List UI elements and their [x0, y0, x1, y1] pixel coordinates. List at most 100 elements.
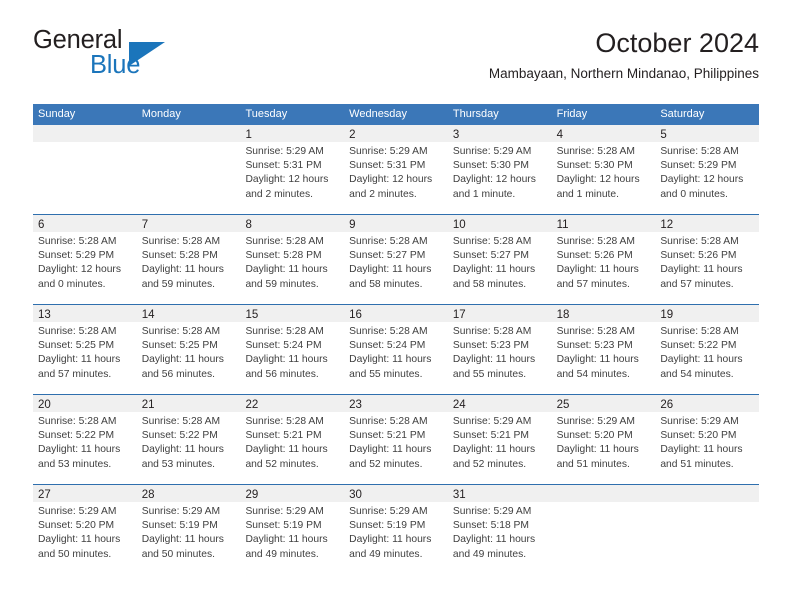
daylight-text-line1: Daylight: 11 hours: [452, 354, 536, 366]
day-number-band: 22: [240, 395, 345, 412]
calendar-day-cell[interactable]: 1 Sunrise: 5:29 AM Sunset: 5:31 PM Daylight…: [240, 125, 345, 214]
calendar-day-cell[interactable]: 30 Sunrise: 5:29 AM Sunset: 5:19 PM Dayligh…: [344, 485, 448, 575]
calendar-day-cell[interactable]: 9 Sunrise: 5:28 AM Sunset: 5:27 PM Daylight…: [344, 215, 448, 304]
daylight-text-line2: and 57 minutes.: [660, 278, 734, 290]
day-number: 18: [556, 309, 570, 321]
day-number: 13: [38, 309, 51, 321]
daylight-text-line1: Daylight: 11 hours: [556, 354, 639, 366]
calendar-day-cell[interactable]: 12 Sunrise: 5:28 AM Sunset: 5:26 PM Dayligh…: [655, 215, 760, 304]
day-number-band: 8: [240, 215, 345, 232]
day-number-band: 19: [655, 305, 760, 322]
day-detail-block: Sunrise: 5:29 AM Sunset: 5:21 PM Daylight:…: [448, 412, 552, 472]
weekday-header-friday: Friday: [556, 108, 588, 120]
day-detail-block: Sunrise: 5:28 AM Sunset: 5:25 PM Daylight:…: [33, 322, 137, 382]
sunset-text: Sunset: 5:23 PM: [452, 340, 530, 352]
day-number-band: 29: [240, 485, 345, 502]
sunset-text: Sunset: 5:18 PM: [452, 520, 530, 532]
calendar-day-cell[interactable]: 6 Sunrise: 5:28 AM Sunset: 5:29 PM Daylight…: [33, 215, 137, 304]
day-number: 28: [141, 489, 155, 501]
sunrise-text: Sunrise: 5:29 AM: [452, 506, 532, 517]
daylight-text-line1: Daylight: 11 hours: [349, 264, 432, 276]
day-detail-block: Sunrise: 5:29 AM Sunset: 5:19 PM Daylight:…: [344, 502, 448, 562]
day-number: 1: [245, 129, 252, 141]
calendar-day-cell[interactable]: 3 Sunrise: 5:29 AM Sunset: 5:30 PM Daylight…: [447, 125, 552, 214]
day-number-band: 7: [136, 215, 241, 232]
daylight-text-line2: and 49 minutes.: [245, 548, 319, 560]
day-number-band: 12: [655, 215, 760, 232]
calendar-day-cell[interactable]: 23 Sunrise: 5:28 AM Sunset: 5:21 PM Dayligh…: [344, 395, 448, 484]
daylight-text-line1: Daylight: 12 hours: [660, 174, 744, 186]
sunset-text: Sunset: 5:20 PM: [556, 430, 633, 442]
day-number: 2: [349, 129, 356, 141]
sunrise-text: Sunrise: 5:28 AM: [141, 416, 221, 427]
calendar-day-cell[interactable]: 14 Sunrise: 5:28 AM Sunset: 5:25 PM Dayligh…: [136, 305, 241, 394]
calendar-day-cell[interactable]: 26 Sunrise: 5:29 AM Sunset: 5:20 PM Dayligh…: [655, 395, 760, 484]
daylight-text-line1: Daylight: 12 hours: [38, 264, 121, 276]
sunset-text: Sunset: 5:27 PM: [349, 250, 426, 262]
daylight-text-line1: Daylight: 11 hours: [452, 264, 536, 276]
calendar-day-cell[interactable]: 5 Sunrise: 5:28 AM Sunset: 5:29 PM Daylight…: [655, 125, 760, 214]
calendar-day-cell[interactable]: 10 Sunrise: 5:28 AM Sunset: 5:27 PM Dayligh…: [447, 215, 552, 304]
calendar-day-cell[interactable]: 20 Sunrise: 5:28 AM Sunset: 5:22 PM Dayligh…: [33, 395, 137, 484]
day-number: 5: [660, 129, 667, 141]
calendar-day-cell[interactable]: 28 Sunrise: 5:29 AM Sunset: 5:19 PM Dayligh…: [136, 485, 241, 575]
day-detail-block: Sunrise: 5:29 AM Sunset: 5:20 PM Daylight:…: [552, 412, 656, 472]
sunrise-text: Sunrise: 5:28 AM: [38, 326, 117, 337]
calendar-day-cell[interactable]: 11 Sunrise: 5:28 AM Sunset: 5:26 PM Dayligh…: [551, 215, 656, 304]
daylight-text-line2: and 50 minutes.: [141, 548, 215, 560]
calendar-day-cell[interactable]: 31 Sunrise: 5:29 AM Sunset: 5:18 PM Dayligh…: [447, 485, 552, 575]
calendar-day-cell[interactable]: 22 Sunrise: 5:28 AM Sunset: 5:21 PM Dayligh…: [240, 395, 345, 484]
day-detail-block: Sunrise: 5:28 AM Sunset: 5:27 PM Daylight:…: [344, 232, 448, 292]
calendar-day-cell[interactable]: 4 Sunrise: 5:28 AM Sunset: 5:30 PM Daylight…: [551, 125, 656, 214]
calendar-week-row: 27 Sunrise: 5:29 AM Sunset: 5:20 PM Dayligh…: [33, 485, 760, 575]
sunset-text: Sunset: 5:23 PM: [556, 340, 633, 352]
sunset-text: Sunset: 5:21 PM: [349, 430, 426, 442]
calendar-day-cell[interactable]: 24 Sunrise: 5:29 AM Sunset: 5:21 PM Dayligh…: [447, 395, 552, 484]
day-number: 15: [245, 309, 259, 321]
sunrise-text: Sunrise: 5:28 AM: [349, 326, 428, 337]
sunrise-text: Sunrise: 5:28 AM: [660, 326, 739, 337]
sunrise-text: Sunrise: 5:28 AM: [349, 416, 428, 427]
sunrise-text: Sunrise: 5:29 AM: [349, 146, 428, 157]
calendar-day-cell[interactable]: 29 Sunrise: 5:29 AM Sunset: 5:19 PM Dayligh…: [240, 485, 345, 575]
daylight-text-line1: Daylight: 11 hours: [349, 444, 432, 456]
calendar-day-cell[interactable]: 16 Sunrise: 5:28 AM Sunset: 5:24 PM Dayligh…: [344, 305, 448, 394]
calendar-day-cell[interactable]: 19 Sunrise: 5:28 AM Sunset: 5:22 PM Dayligh…: [655, 305, 760, 394]
day-number: 26: [660, 399, 674, 411]
sunrise-text: Sunrise: 5:29 AM: [245, 506, 324, 517]
daylight-text-line1: Daylight: 11 hours: [245, 264, 328, 276]
sunrise-text: Sunrise: 5:28 AM: [660, 236, 739, 247]
day-detail-block: Sunrise: 5:28 AM Sunset: 5:26 PM Daylight:…: [552, 232, 656, 292]
daylight-text-line2: and 49 minutes.: [452, 548, 527, 560]
day-detail-block: Sunrise: 5:29 AM Sunset: 5:20 PM Daylight:…: [33, 502, 137, 562]
calendar-day-cell[interactable]: 15 Sunrise: 5:28 AM Sunset: 5:24 PM Dayligh…: [240, 305, 345, 394]
day-detail-block: Sunrise: 5:28 AM Sunset: 5:29 PM Daylight:…: [33, 232, 137, 292]
day-number-band: 4: [551, 125, 656, 142]
day-detail-block: Sunrise: 5:28 AM Sunset: 5:24 PM Daylight:…: [240, 322, 344, 382]
calendar-page: General Blue October 2024 Mambayaan, Nor…: [0, 0, 792, 612]
calendar-day-cell[interactable]: 8 Sunrise: 5:28 AM Sunset: 5:28 PM Daylight…: [240, 215, 345, 304]
day-detail-block: Sunrise: 5:28 AM Sunset: 5:25 PM Daylight:…: [137, 322, 241, 382]
calendar-day-cell[interactable]: 17 Sunrise: 5:28 AM Sunset: 5:23 PM Dayligh…: [447, 305, 552, 394]
sunset-text: Sunset: 5:19 PM: [141, 520, 218, 532]
daylight-text-line2: and 0 minutes.: [38, 278, 106, 290]
sunrise-text: Sunrise: 5:29 AM: [660, 416, 739, 427]
daylight-text-line2: and 55 minutes.: [349, 368, 423, 380]
day-number-band: 25: [551, 395, 656, 412]
weekday-header-tuesday: Tuesday: [245, 108, 288, 120]
day-number: 19: [660, 309, 674, 321]
calendar-day-cell[interactable]: 27 Sunrise: 5:29 AM Sunset: 5:20 PM Dayligh…: [33, 485, 137, 575]
calendar-day-cell[interactable]: 18 Sunrise: 5:28 AM Sunset: 5:23 PM Dayligh…: [551, 305, 656, 394]
daylight-text-line2: and 1 minute.: [452, 188, 516, 200]
calendar-day-cell[interactable]: 2 Sunrise: 5:29 AM Sunset: 5:31 PM Daylight…: [344, 125, 448, 214]
calendar-day-cell[interactable]: 7 Sunrise: 5:28 AM Sunset: 5:28 PM Daylight…: [136, 215, 241, 304]
sunset-text: Sunset: 5:24 PM: [349, 340, 426, 352]
calendar-day-cell[interactable]: 25 Sunrise: 5:29 AM Sunset: 5:20 PM Dayligh…: [551, 395, 656, 484]
logo-general-blue[interactable]: General Blue: [33, 27, 273, 90]
day-number-band: 13: [33, 305, 137, 322]
calendar-day-cell[interactable]: 21 Sunrise: 5:28 AM Sunset: 5:22 PM Dayligh…: [136, 395, 241, 484]
calendar-day-cell[interactable]: 13 Sunrise: 5:28 AM Sunset: 5:25 PM Dayligh…: [33, 305, 137, 394]
sunset-text: Sunset: 5:29 PM: [660, 160, 737, 172]
calendar-week-row: 13 Sunrise: 5:28 AM Sunset: 5:25 PM Dayligh…: [33, 305, 760, 395]
weekday-header-wednesday: Wednesday: [349, 108, 408, 120]
